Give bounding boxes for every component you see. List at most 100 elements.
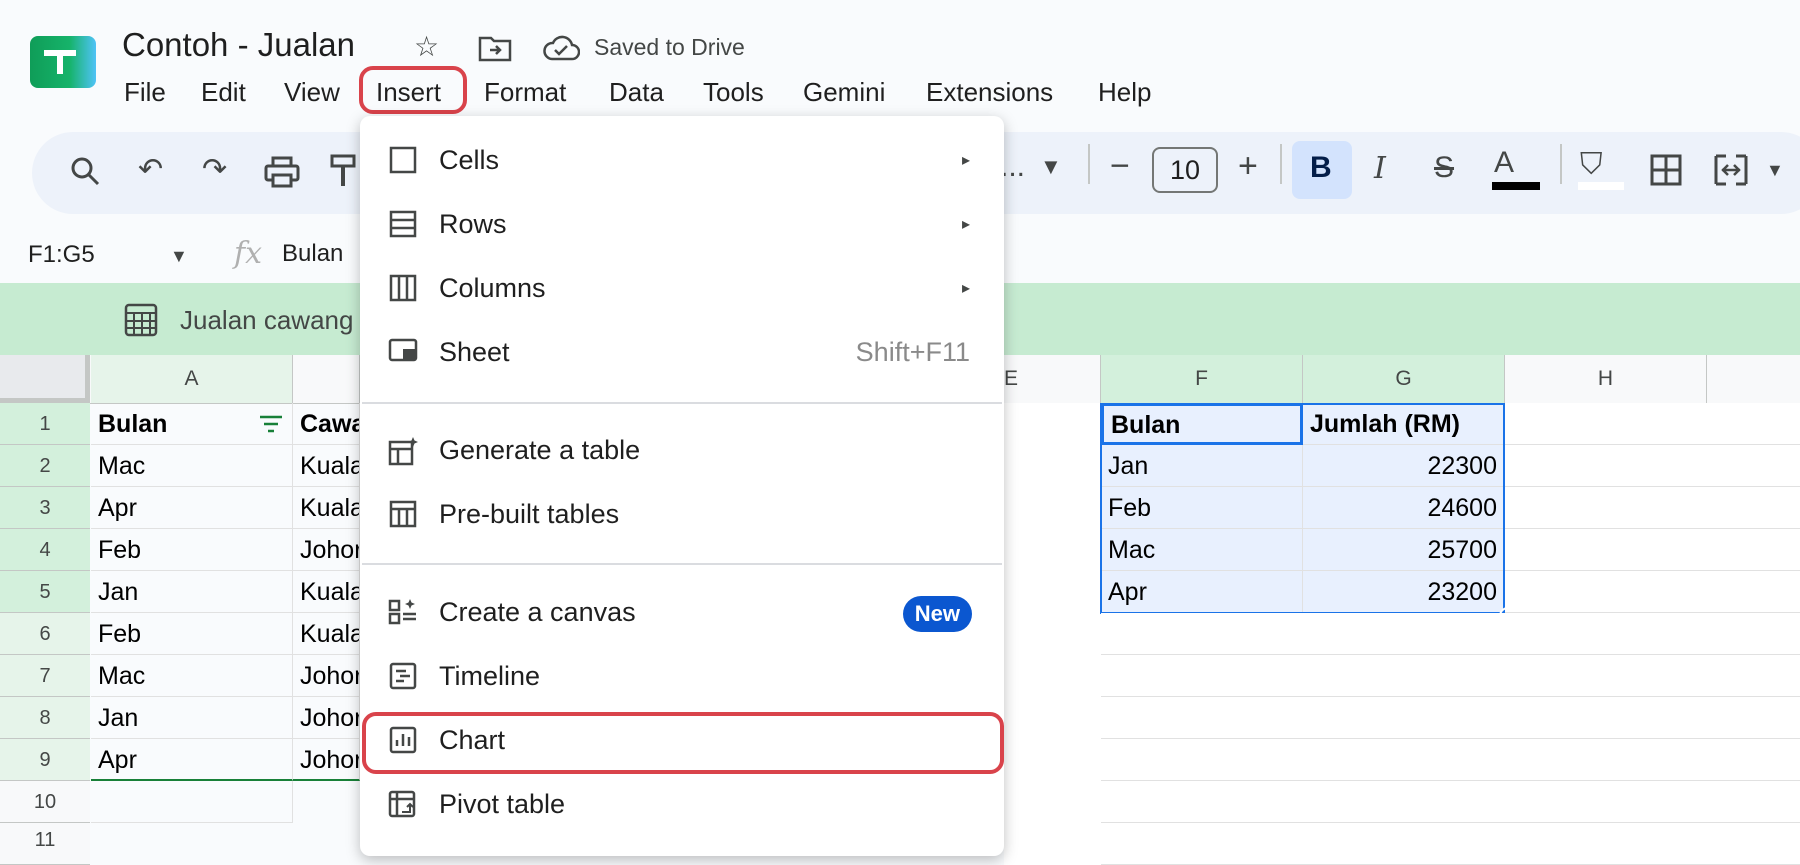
cell-b3[interactable]: Kuala xyxy=(293,487,360,529)
menu-tools[interactable]: Tools xyxy=(703,77,764,108)
name-box[interactable]: F1:G5 xyxy=(28,241,95,269)
row-header[interactable]: 8 xyxy=(0,697,90,739)
menu-item-cells[interactable]: Cells ▸ xyxy=(360,130,1004,194)
column-e-cells[interactable] xyxy=(1004,403,1102,865)
row-header[interactable]: 1 xyxy=(0,403,90,445)
cell-b9[interactable]: Johor xyxy=(293,739,360,781)
cells-icon xyxy=(388,146,418,176)
cell-a2[interactable]: Mac xyxy=(91,445,293,487)
table-name[interactable]: Jualan cawang xyxy=(180,305,353,336)
row-header[interactable]: 6 xyxy=(0,613,90,655)
fx-icon: fx xyxy=(234,236,263,271)
menu-edit[interactable]: Edit xyxy=(201,77,246,108)
menu-separator xyxy=(362,563,1002,565)
menu-gemini[interactable]: Gemini xyxy=(803,77,885,108)
menu-item-prebuilt-tables[interactable]: Pre-built tables xyxy=(360,484,1004,548)
strikethrough-icon[interactable]: S xyxy=(1434,151,1454,185)
row-header[interactable]: 11 xyxy=(0,823,90,865)
increase-font-icon[interactable]: + xyxy=(1238,147,1258,186)
cell-b7[interactable]: Johor xyxy=(293,655,360,697)
menu-item-chart[interactable]: Chart xyxy=(360,710,1004,774)
column-header-e[interactable]: E xyxy=(1004,355,1101,403)
cell-a7[interactable]: Mac xyxy=(91,655,293,697)
paint-format-icon[interactable] xyxy=(330,154,358,193)
move-folder-icon[interactable] xyxy=(478,34,512,67)
menu-item-create-canvas[interactable]: Create a canvas New xyxy=(360,582,1004,646)
cell-b5[interactable]: Kuala xyxy=(293,571,360,613)
column-g-empty-cells[interactable] xyxy=(1303,613,1506,865)
row-header[interactable]: 5 xyxy=(0,571,90,613)
doc-title[interactable]: Contoh - Jualan xyxy=(122,26,355,64)
row-header[interactable]: 3 xyxy=(0,487,90,529)
italic-icon[interactable]: I xyxy=(1374,151,1386,186)
pivot-table-icon xyxy=(388,790,418,820)
menu-view[interactable]: View xyxy=(284,77,340,108)
menu-item-rows[interactable]: Rows ▸ xyxy=(360,194,1004,258)
star-icon[interactable]: ☆ xyxy=(414,30,439,63)
column-i-cells[interactable] xyxy=(1707,403,1800,865)
cell-a10[interactable] xyxy=(91,781,293,823)
row-header[interactable]: 2 xyxy=(0,445,90,487)
menu-item-sheet[interactable]: Sheet Shift+F11 xyxy=(360,322,1004,386)
cell-a3[interactable]: Apr xyxy=(91,487,293,529)
selection-border xyxy=(1100,403,1505,614)
search-icon[interactable] xyxy=(68,154,102,193)
menu-item-pivot-table[interactable]: Pivot table xyxy=(360,774,1004,838)
cloud-check-icon[interactable] xyxy=(542,34,581,67)
menu-item-label: Generate a table xyxy=(439,435,641,465)
formula-input[interactable]: Bulan xyxy=(282,240,343,268)
menu-item-label: Create a canvas xyxy=(439,597,636,627)
cell-b1[interactable]: Cawa xyxy=(293,403,360,445)
menu-item-label: Pivot table xyxy=(439,789,566,819)
row-header[interactable]: 4 xyxy=(0,529,90,571)
row-header[interactable]: 7 xyxy=(0,655,90,697)
menu-data[interactable]: Data xyxy=(609,77,664,108)
cell-a4[interactable]: Feb xyxy=(91,529,293,571)
menu-help[interactable]: Help xyxy=(1098,77,1151,108)
sheets-logo[interactable] xyxy=(30,36,96,88)
row-header[interactable]: 10 xyxy=(0,781,90,823)
column-header-f[interactable]: F xyxy=(1101,355,1303,403)
cell-b6[interactable]: Kuala xyxy=(293,613,360,655)
cell-b4[interactable]: Johor xyxy=(293,529,360,571)
decrease-font-icon[interactable]: − xyxy=(1110,147,1130,186)
menu-file[interactable]: File xyxy=(124,77,166,108)
menu-item-columns[interactable]: Columns ▸ xyxy=(360,258,1004,322)
filter-icon[interactable] xyxy=(258,413,284,440)
cell-b8[interactable]: Johor xyxy=(293,697,360,739)
cell-a8[interactable]: Jan xyxy=(91,697,293,739)
column-header-g[interactable]: G xyxy=(1303,355,1505,403)
new-badge: New xyxy=(902,596,972,632)
merge-cells-icon[interactable] xyxy=(1714,154,1748,191)
merge-dropdown-icon[interactable]: ▼ xyxy=(1766,160,1784,181)
cell-a6[interactable]: Feb xyxy=(91,613,293,655)
menu-item-timeline[interactable]: Timeline xyxy=(360,646,1004,710)
column-header-h[interactable]: H xyxy=(1505,355,1707,403)
font-size-input[interactable]: 10 xyxy=(1152,147,1218,193)
menu-item-shortcut: Shift+F11 xyxy=(855,337,970,367)
undo-icon[interactable]: ↶ xyxy=(138,152,163,187)
fill-color-icon[interactable]: ⛉ xyxy=(1580,148,1603,182)
redo-icon[interactable]: ↷ xyxy=(202,152,227,187)
cell-b2[interactable]: Kuala xyxy=(293,445,360,487)
column-f-empty-cells[interactable] xyxy=(1101,613,1304,865)
font-dropdown-icon[interactable]: ▼ xyxy=(1040,154,1062,180)
row-header[interactable]: 9 xyxy=(0,739,90,781)
column-header-a[interactable]: A xyxy=(91,355,293,403)
select-all-corner[interactable] xyxy=(0,355,90,403)
cell-a5[interactable]: Jan xyxy=(91,571,293,613)
text-color-icon[interactable]: A xyxy=(1494,146,1514,180)
menu-item-generate-table[interactable]: Generate a table xyxy=(360,420,1004,484)
prebuilt-tables-icon xyxy=(388,500,418,530)
menu-format[interactable]: Format xyxy=(484,77,566,108)
cell-a9[interactable]: Apr xyxy=(91,739,293,781)
column-header-b[interactable] xyxy=(293,355,360,403)
name-box-dropdown-icon[interactable]: ▼ xyxy=(170,246,188,267)
menu-extensions[interactable]: Extensions xyxy=(926,77,1053,108)
column-h-cells[interactable] xyxy=(1505,403,1708,865)
bold-icon[interactable]: B xyxy=(1310,151,1332,185)
borders-icon[interactable] xyxy=(1650,154,1682,191)
submenu-arrow-icon: ▸ xyxy=(961,216,970,233)
print-icon[interactable] xyxy=(264,156,300,193)
menu-item-label: Cells xyxy=(439,145,500,175)
